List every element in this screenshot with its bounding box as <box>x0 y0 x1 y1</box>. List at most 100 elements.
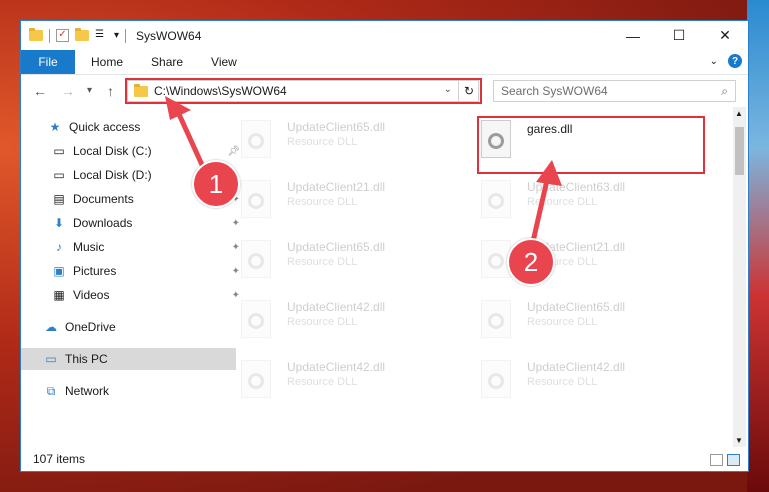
file-item[interactable]: UpdateClient42.dll Resource DLL <box>241 300 461 350</box>
sidebar-item-local-disk-c[interactable]: ▭ Local Disk (C:) 📌︎ <box>21 140 244 162</box>
explorer-window: ✓ ☰ ▾ SysWOW64 — ☐ ✕ File Home Share Vie… <box>20 20 749 472</box>
properties-icon[interactable]: ✓ <box>56 29 69 42</box>
customize-icon[interactable]: ☰ <box>95 29 108 42</box>
file-item[interactable]: UpdateClient65.dll Resource DLL <box>481 300 701 350</box>
drive-icon: ▭ <box>53 144 65 158</box>
sidebar-item-label: Downloads <box>73 216 133 230</box>
dll-file-icon <box>241 300 271 338</box>
music-icon: ♪ <box>56 240 62 254</box>
star-icon: ★ <box>49 120 61 134</box>
search-icon: ⌕ <box>721 83 728 98</box>
cloud-icon: ☁ <box>45 320 57 334</box>
sidebar-item-downloads[interactable]: ⬇ Downloads ✦ <box>21 212 244 234</box>
sidebar-item-label: Pictures <box>73 264 117 278</box>
file-type: Resource DLL <box>527 196 598 208</box>
sidebar-item-onedrive[interactable]: ☁ OneDrive <box>21 316 236 338</box>
vertical-scrollbar[interactable]: ▲ ▼ <box>733 107 746 447</box>
scroll-down-icon[interactable]: ▼ <box>735 436 743 445</box>
window-title: SysWOW64 <box>136 28 202 43</box>
file-type: Resource DLL <box>287 376 358 388</box>
file-type: Resource DLL <box>287 256 358 268</box>
dll-file-icon <box>481 300 511 338</box>
tab-file[interactable]: File <box>21 50 75 74</box>
qat-dropdown-icon[interactable]: ▾ <box>114 30 119 41</box>
new-folder-icon[interactable] <box>75 28 89 41</box>
large-icons-view-icon[interactable] <box>727 454 740 466</box>
dll-file-icon <box>481 360 511 398</box>
dll-file-icon <box>241 120 271 158</box>
navigation-pane: ★ Quick access ▭ Local Disk (C:) 📌︎ ▭ Lo… <box>21 106 240 436</box>
file-type: Resource DLL <box>527 376 598 388</box>
sidebar-item-label: Documents <box>73 192 134 206</box>
sidebar-item-label: OneDrive <box>65 320 116 334</box>
sidebar-item-network[interactable]: ⧉ Network <box>21 380 236 402</box>
file-item[interactable]: UpdateClient42.dll Resource DLL <box>241 360 461 410</box>
sidebar-item-label: Quick access <box>69 120 141 134</box>
sidebar-item-this-pc[interactable]: ▭ This PC <box>21 348 236 370</box>
sidebar-item-label: This PC <box>65 352 108 366</box>
documents-icon: ▤ <box>53 192 65 206</box>
help-icon[interactable]: ? <box>728 54 742 68</box>
minimize-button[interactable]: — <box>610 21 656 50</box>
sidebar-item-label: Videos <box>73 288 110 302</box>
step-badge-1: 1 <box>192 160 240 208</box>
sidebar-item-label: Network <box>65 384 110 398</box>
file-name: UpdateClient21.dll <box>287 180 386 194</box>
file-item[interactable]: UpdateClient63.dll Resource DLL <box>481 180 701 230</box>
search-placeholder: Search SysWOW64 <box>501 84 608 98</box>
tab-share[interactable]: Share <box>137 50 197 74</box>
recent-locations-button[interactable]: ▾ <box>87 85 92 96</box>
status-bar: 107 items <box>21 447 748 471</box>
scroll-up-icon[interactable]: ▲ <box>735 109 743 118</box>
sidebar-item-quick-access[interactable]: ★ Quick access <box>21 116 240 138</box>
navigation-bar: ← → ▾ ↑ C:\Windows\SysWOW64 ⌄ ↻ Search S… <box>21 75 748 107</box>
drive-icon: ▭ <box>53 168 65 182</box>
expand-ribbon-icon[interactable]: ⌄ <box>710 56 718 67</box>
file-name: UpdateClient65.dll <box>527 300 626 314</box>
sidebar-item-music[interactable]: ♪ Music ✦ <box>21 236 244 258</box>
network-icon: ⧉ <box>46 383 56 398</box>
sidebar-item-label: Local Disk (D:) <box>73 168 152 182</box>
file-name: UpdateClient63.dll <box>527 180 626 194</box>
ribbon-tabs: File Home Share View ⌄ ? <box>21 50 748 75</box>
search-input[interactable]: Search SysWOW64 ⌕ <box>493 80 736 102</box>
file-item[interactable]: UpdateClient65.dll Resource DLL <box>241 120 461 170</box>
sidebar-item-label: Local Disk (C:) <box>73 144 152 158</box>
divider <box>49 28 50 43</box>
maximize-button[interactable]: ☐ <box>656 21 702 50</box>
close-button[interactable]: ✕ <box>702 21 748 50</box>
forward-button[interactable]: → <box>61 83 75 99</box>
videos-icon: ▦ <box>53 288 65 302</box>
download-icon: ⬇ <box>53 216 65 230</box>
sidebar-item-pictures[interactable]: ▣ Pictures ✦ <box>21 260 244 282</box>
address-highlight <box>125 78 482 104</box>
sidebar-item-label: Music <box>73 240 105 254</box>
title-bar: ✓ ☰ ▾ SysWOW64 — ☐ ✕ <box>21 21 748 50</box>
dll-file-icon <box>241 180 271 218</box>
scroll-thumb[interactable] <box>735 127 744 175</box>
file-name: UpdateClient42.dll <box>287 360 386 374</box>
details-view-icon[interactable] <box>710 454 723 466</box>
dll-file-icon <box>481 180 511 218</box>
sidebar-item-videos[interactable]: ▦ Videos ✦ <box>21 284 244 306</box>
file-type: Resource DLL <box>287 196 358 208</box>
file-name: UpdateClient65.dll <box>287 120 386 134</box>
up-button[interactable]: ↑ <box>107 83 114 99</box>
file-item[interactable]: UpdateClient21.dll Resource DLL <box>241 180 461 230</box>
tab-view[interactable]: View <box>197 50 251 74</box>
desktop-edge <box>747 0 769 492</box>
pictures-icon: ▣ <box>53 264 65 278</box>
tab-home[interactable]: Home <box>75 50 137 74</box>
file-item[interactable]: UpdateClient42.dll Resource DLL <box>481 360 701 410</box>
dll-file-icon <box>241 360 271 398</box>
divider <box>125 28 127 43</box>
item-count: 107 items <box>33 452 86 466</box>
file-name: UpdateClient42.dll <box>527 360 626 374</box>
step-badge-2: 2 <box>507 238 555 286</box>
computer-icon: ▭ <box>45 352 57 366</box>
file-name: UpdateClient65.dll <box>287 240 386 254</box>
back-button[interactable]: ← <box>33 83 47 99</box>
file-type: Resource DLL <box>527 316 598 328</box>
file-item[interactable]: UpdateClient65.dll Resource DLL <box>241 240 461 290</box>
file-name: UpdateClient42.dll <box>287 300 386 314</box>
